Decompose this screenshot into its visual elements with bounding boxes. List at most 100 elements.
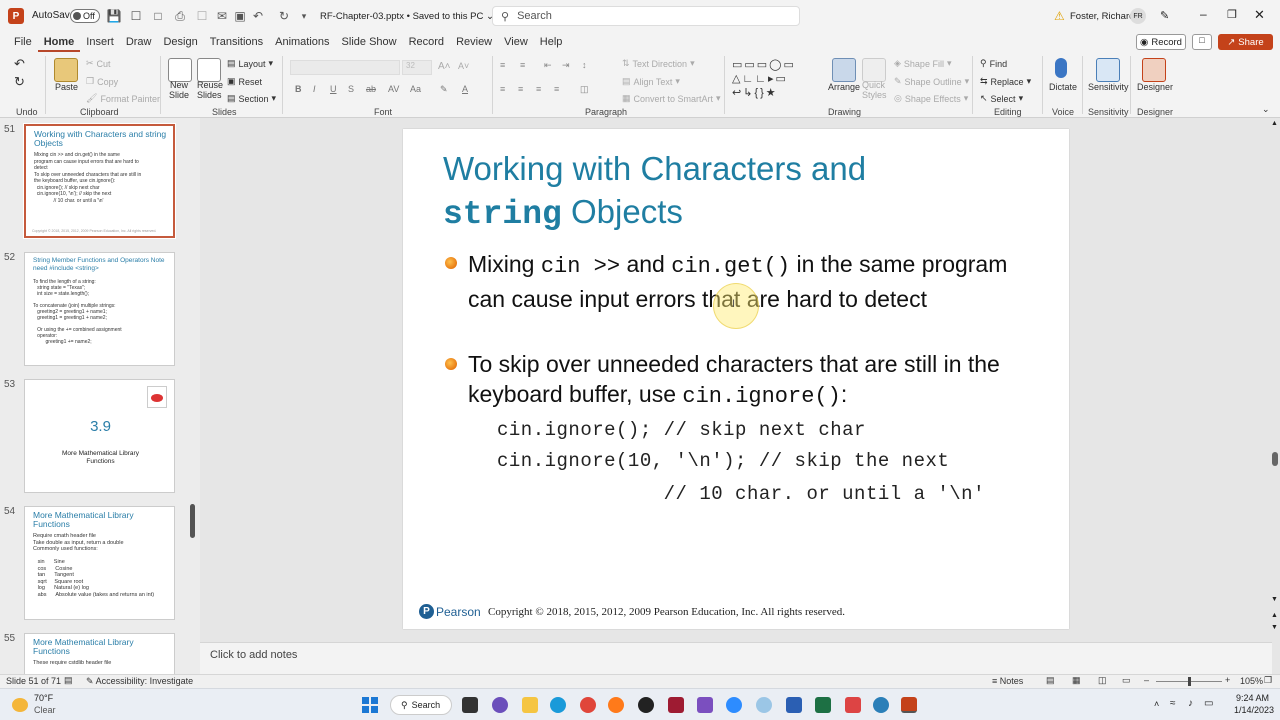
- chrome-icon[interactable]: [580, 697, 596, 713]
- ribbon-undo-icon[interactable]: ↶: [14, 56, 25, 72]
- zoom-app-icon[interactable]: [726, 697, 742, 713]
- maximize-icon[interactable]: ❐: [1227, 8, 1237, 21]
- redo-icon[interactable]: ↻: [276, 8, 292, 24]
- quick-print-icon[interactable]: ☐: [194, 8, 210, 24]
- battery-icon[interactable]: ▭: [1204, 698, 1213, 709]
- zoom-level[interactable]: 105%: [1240, 676, 1263, 686]
- excel-icon[interactable]: [815, 697, 831, 713]
- designer-icon[interactable]: [1142, 58, 1166, 82]
- tab-help[interactable]: Help: [534, 32, 569, 52]
- reuse-slides-icon[interactable]: [197, 58, 221, 82]
- minimize-icon[interactable]: –: [1200, 7, 1207, 21]
- microphone-icon[interactable]: [1055, 58, 1067, 78]
- firefox-icon[interactable]: [608, 697, 624, 713]
- volume-icon[interactable]: ♪: [1188, 698, 1193, 709]
- paste-icon[interactable]: [54, 58, 78, 82]
- powerpoint-taskbar-icon[interactable]: [901, 697, 917, 713]
- tab-draw[interactable]: Draw: [120, 32, 158, 52]
- scroll-thumb[interactable]: [1272, 452, 1278, 466]
- visual-studio-icon[interactable]: [697, 697, 713, 713]
- slide-thumbnail-51[interactable]: Working with Characters and string Objec…: [23, 123, 176, 239]
- text-direction-button[interactable]: ⇅ Text Direction ▾: [622, 58, 695, 69]
- weather-temp[interactable]: 70°F: [34, 693, 53, 703]
- font-size-field[interactable]: 32: [402, 60, 432, 75]
- increase-indent-icon[interactable]: ⇥: [562, 60, 570, 71]
- file-explorer-icon[interactable]: [522, 697, 538, 713]
- arrange-icon[interactable]: [832, 58, 856, 82]
- sensitivity-button[interactable]: Sensitivity: [1088, 82, 1129, 92]
- paste-button[interactable]: Paste: [55, 82, 78, 92]
- arrange-button[interactable]: Arrange: [828, 82, 860, 92]
- collapse-ribbon-icon[interactable]: ⌄: [1262, 104, 1270, 115]
- weather-icon[interactable]: [12, 698, 28, 712]
- notes-toggle[interactable]: ≡ Notes: [992, 676, 1023, 686]
- zoom-in-icon[interactable]: +: [1225, 675, 1230, 685]
- align-text-button[interactable]: ▤ Align Text ▾: [622, 76, 680, 87]
- dictate-button[interactable]: Dictate: [1049, 82, 1077, 92]
- quick-styles-button[interactable]: Quick Styles: [862, 80, 887, 100]
- taskbar-search[interactable]: ⚲ Search: [390, 695, 452, 715]
- shape-fill-button[interactable]: ◈ Shape Fill ▾: [894, 58, 951, 69]
- pen-icon[interactable]: ✎: [1160, 9, 1169, 22]
- tab-transitions[interactable]: Transitions: [204, 32, 269, 52]
- tab-file[interactable]: File: [8, 32, 38, 52]
- copy-button[interactable]: ❐ Copy: [86, 76, 118, 87]
- slide-canvas[interactable]: Working with Characters and string Objec…: [403, 129, 1069, 629]
- align-left-icon[interactable]: ≡: [500, 84, 505, 94]
- tab-view[interactable]: View: [498, 32, 534, 52]
- tab-insert[interactable]: Insert: [80, 32, 120, 52]
- layout-button[interactable]: ▤ Layout ▾: [227, 58, 273, 69]
- image-icon[interactable]: ▣: [232, 8, 248, 24]
- convert-smartart-button[interactable]: ▦ Convert to SmartArt ▾: [622, 93, 721, 104]
- share-button[interactable]: ↗ Share: [1218, 34, 1273, 50]
- autosave-toggle[interactable]: Off: [70, 9, 100, 23]
- fit-to-window-icon[interactable]: ❐: [1264, 675, 1272, 686]
- slide-show-icon[interactable]: ▭: [1122, 675, 1131, 686]
- wifi-icon[interactable]: ≈: [1170, 698, 1176, 709]
- task-view-icon[interactable]: [462, 697, 478, 713]
- increase-font-icon[interactable]: A˄: [438, 61, 451, 72]
- tab-animations[interactable]: Animations: [269, 32, 335, 52]
- clock-time[interactable]: 9:24 AM: [1236, 693, 1269, 703]
- code-line-1[interactable]: cin.ignore(); // skip next char: [497, 419, 866, 441]
- reset-button[interactable]: ▣ Reset: [227, 76, 262, 87]
- tab-home[interactable]: Home: [37, 32, 81, 52]
- shapes-gallery[interactable]: ▭▭▭◯▭ △∟∟▸▭ ↩↳{}★: [732, 58, 822, 102]
- app2-icon[interactable]: [873, 697, 889, 713]
- sensitivity-icon[interactable]: [1096, 58, 1120, 82]
- code-line-2[interactable]: cin.ignore(10, '\n'); // skip the next: [497, 450, 949, 472]
- new-slide-icon[interactable]: [168, 58, 192, 82]
- reading-view-icon[interactable]: ◫: [1098, 675, 1107, 686]
- accessibility-status[interactable]: ✎ Accessibility: Investigate: [86, 676, 193, 687]
- next-slide-icon[interactable]: ▼: [1271, 624, 1278, 631]
- quick-styles-icon[interactable]: [862, 58, 886, 82]
- justify-icon[interactable]: ≡: [554, 84, 559, 94]
- bullets-icon[interactable]: ≡: [500, 60, 505, 70]
- decrease-indent-icon[interactable]: ⇤: [544, 60, 552, 71]
- find-button[interactable]: ⚲ Find: [980, 58, 1007, 69]
- tab-design[interactable]: Design: [157, 32, 203, 52]
- character-spacing-icon[interactable]: AV: [388, 84, 399, 94]
- shape-outline-button[interactable]: ✎ Shape Outline ▾: [894, 76, 969, 87]
- bullet-2-text[interactable]: To skip over unneeded characters that ar…: [468, 349, 1048, 412]
- windows-start-icon[interactable]: [362, 697, 378, 713]
- italic-icon[interactable]: I: [313, 84, 316, 94]
- font-name-field[interactable]: [290, 60, 400, 75]
- align-right-icon[interactable]: ≡: [536, 84, 541, 94]
- strikethrough-icon[interactable]: ab: [366, 84, 376, 94]
- email-icon[interactable]: ✉: [214, 8, 230, 24]
- change-case-icon[interactable]: Aa: [410, 84, 421, 94]
- snipping-tool-icon[interactable]: [845, 697, 861, 713]
- reuse-slides-button[interactable]: Reuse Slides: [197, 80, 223, 100]
- scroll-up-icon[interactable]: ▲: [1271, 120, 1278, 127]
- ribbon-redo-icon[interactable]: ↻: [14, 74, 25, 90]
- shadow-icon[interactable]: S: [348, 84, 354, 94]
- numbering-icon[interactable]: ≡: [520, 60, 525, 70]
- edge-icon[interactable]: [550, 697, 566, 713]
- customize-toolbar-icon[interactable]: ▾: [296, 8, 312, 24]
- new-slide-button[interactable]: New Slide: [168, 80, 190, 100]
- new-file-icon[interactable]: ☐: [128, 8, 144, 24]
- notes-pane[interactable]: Click to add notes: [200, 642, 1272, 674]
- bold-icon[interactable]: B: [295, 84, 302, 94]
- save-icon[interactable]: 💾: [106, 8, 122, 24]
